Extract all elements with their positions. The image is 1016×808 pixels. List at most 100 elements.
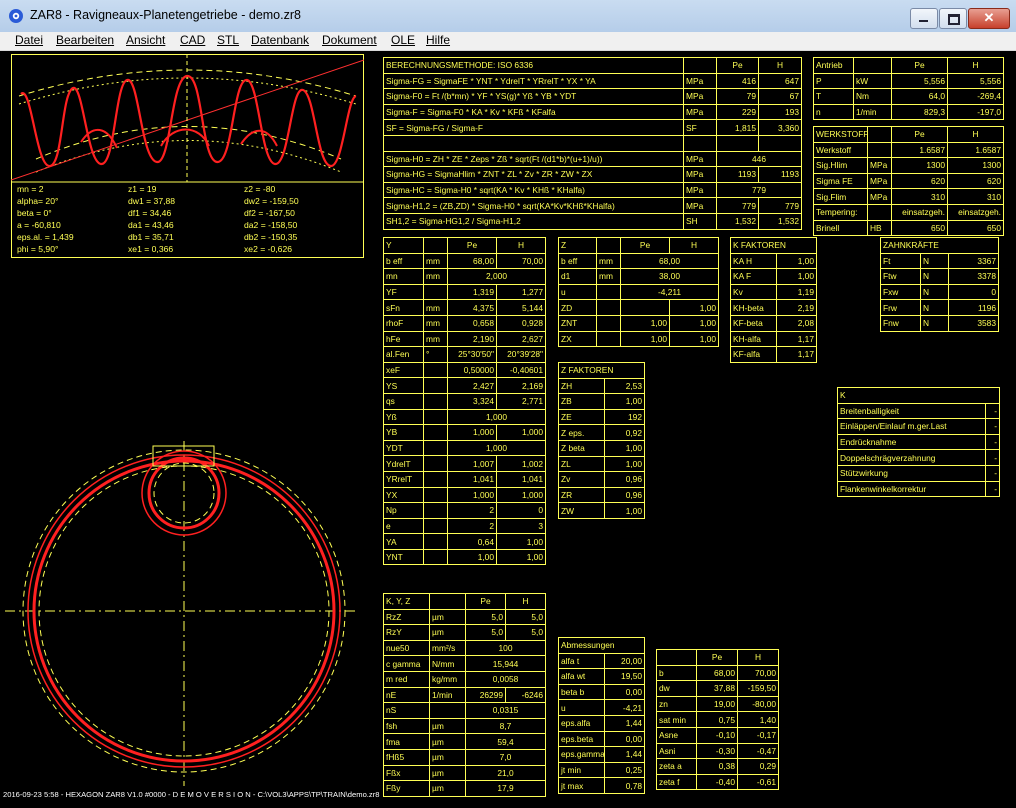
table-cell: 2,627 <box>496 330 546 348</box>
table-cell: e <box>383 517 424 535</box>
table-cell: 779 <box>716 197 759 214</box>
menu-cad[interactable]: CAD <box>180 33 205 47</box>
table-cell: 3,324 <box>447 392 497 410</box>
table-row: YA 0,64 1,00 <box>383 533 546 550</box>
table-cell: Tempering: <box>813 203 868 221</box>
table-row: eps.beta 0,00 <box>558 730 646 748</box>
table-row: zn 19,00 -80,00 <box>656 695 779 713</box>
table-cell: µm <box>429 717 466 735</box>
table-row: nue50 mm²/s 100 <box>383 639 546 657</box>
table-cell: KA H <box>730 252 777 270</box>
table-cell: -0,40601 <box>496 361 546 379</box>
table-cell: 7,0 <box>465 748 546 766</box>
table-cell: 2,169 <box>496 377 546 394</box>
table-cell: H <box>947 57 1004 74</box>
k-table: K Breitenballigkeit - Einläppen/Einlauf m.g… <box>837 387 1000 498</box>
table-cell <box>867 141 892 159</box>
table-cell: YF <box>383 283 424 301</box>
table-cell: sFn <box>383 299 424 316</box>
table-row: eps.alfa 1,44 <box>558 714 646 732</box>
table-cell: -6246 <box>505 686 546 704</box>
table-cell <box>423 392 448 410</box>
table-row: Sig.Hlim MPa 1300 1300 <box>813 157 1004 174</box>
svg-text:dw1 = 37,88: dw1 = 37,88 <box>128 196 175 206</box>
table-cell: d1 <box>558 268 597 285</box>
table-cell: ZE <box>558 408 605 426</box>
table-row: ZNT 1,00 1,00 <box>558 314 719 332</box>
table-row: qs 3,324 2,771 <box>383 392 546 410</box>
table-cell: Endrücknahme <box>837 433 986 451</box>
table-cell: 68,00 <box>447 252 497 270</box>
table-cell: Pe <box>465 593 506 610</box>
table-cell: nE <box>383 686 430 704</box>
table-cell: 2,19 <box>776 299 817 316</box>
abmessungen-table: Abmessungen alfa t 20,00 alfa wt 19,50 beta b… <box>557 637 646 794</box>
table-cell: 1,00 <box>604 455 645 473</box>
maximize-button[interactable] <box>939 8 967 29</box>
table-row: nS 0,0315 <box>383 702 546 719</box>
table-row: zeta f -0,40 -0,61 <box>656 773 779 791</box>
table-row: Tempering: einsatzgeh. einsatzgeh. <box>813 203 1004 221</box>
table-cell: MPa <box>683 103 717 121</box>
table-cell: 0,50000 <box>447 361 497 379</box>
table-cell: 5,0 <box>465 608 506 626</box>
table-cell: n <box>813 103 854 121</box>
table-cell <box>716 134 759 152</box>
table-row <box>383 134 802 152</box>
table-cell: ZNT <box>558 314 597 332</box>
menu-datenbank[interactable]: Datenbank <box>251 33 309 47</box>
table-cell: µm <box>429 608 466 626</box>
table-row: Sigma-F = Sigma-F0 * KA * Kv * KFß * KFa… <box>383 103 802 121</box>
table-cell: Brinell <box>813 219 868 237</box>
table-cell: 1,00 <box>669 299 719 316</box>
close-button[interactable]: ✕ <box>968 8 1010 29</box>
table-cell: 5,556 <box>947 72 1004 90</box>
table-row: Sigma-H0 = ZH * ZE * Zeps * Zß * sqrt(Ft… <box>383 150 802 168</box>
table-row: Asni -0,30 -0,47 <box>656 742 779 760</box>
table-cell: YRrelT <box>383 470 424 488</box>
table-cell: MPa <box>683 181 717 199</box>
table-row: Sigma FE MPa 620 620 <box>813 172 1004 190</box>
table-cell: - <box>985 433 1000 451</box>
table-cell: 0,928 <box>496 314 546 332</box>
menu-stl[interactable]: STL <box>217 33 239 47</box>
menu-ansicht[interactable]: Ansicht <box>126 33 165 47</box>
table-cell: -80,00 <box>737 695 779 713</box>
menu-ole[interactable]: OLE <box>391 33 415 47</box>
table-cell: mm <box>423 314 448 332</box>
table-cell: ZW <box>558 502 605 519</box>
menu-dokument[interactable]: Dokument <box>322 33 377 47</box>
table-row: YRrelT 1,041 1,041 <box>383 470 546 488</box>
y-factor-table: Y Pe Hb eff mm 68,00 70,00 mn mm 2,000 YF 1,319 1,2… <box>383 237 546 566</box>
menu-bearbeiten[interactable]: Bearbeiten <box>56 33 114 47</box>
table-cell: al.Fen <box>383 346 424 363</box>
table-cell: Np <box>383 502 424 519</box>
table-cell: 1,532 <box>758 212 802 230</box>
table-cell: 446 <box>716 150 802 168</box>
table-cell: 192 <box>604 408 645 426</box>
svg-text:dw2 = -159,50: dw2 = -159,50 <box>244 196 299 206</box>
table-cell: N <box>920 268 949 285</box>
minimize-button[interactable] <box>910 8 938 29</box>
table-cell: Ftw <box>880 268 921 285</box>
table-cell: 1,00 <box>604 439 645 457</box>
table-row: Z beta 1,00 <box>558 439 645 457</box>
table-cell: 829,3 <box>891 103 948 121</box>
table-cell: 5,0 <box>465 624 506 641</box>
menu-hilfe[interactable]: Hilfe <box>426 33 450 47</box>
table-row: Flankenwinkelkorrektur - <box>837 480 1000 498</box>
table-cell: 68,00 <box>696 664 738 682</box>
table-row: Stützwirkung - <box>837 464 1000 482</box>
table-cell <box>853 57 892 74</box>
table-cell: 1193 <box>758 166 802 183</box>
table-cell: -0,10 <box>696 726 738 744</box>
table-row: YF 1,319 1,277 <box>383 283 546 301</box>
menu-bar: Datei Bearbeiten Ansicht CAD STL Datenbank Dok… <box>0 32 1016 51</box>
table-cell: u <box>558 699 605 716</box>
table-row: u -4,21 <box>558 699 646 716</box>
table-cell: 1,00 <box>776 268 817 285</box>
table-cell: Pe <box>447 237 497 254</box>
table-cell: 2,190 <box>447 330 497 348</box>
table-cell: 650 <box>947 219 1004 237</box>
menu-datei[interactable]: Datei <box>15 33 43 47</box>
